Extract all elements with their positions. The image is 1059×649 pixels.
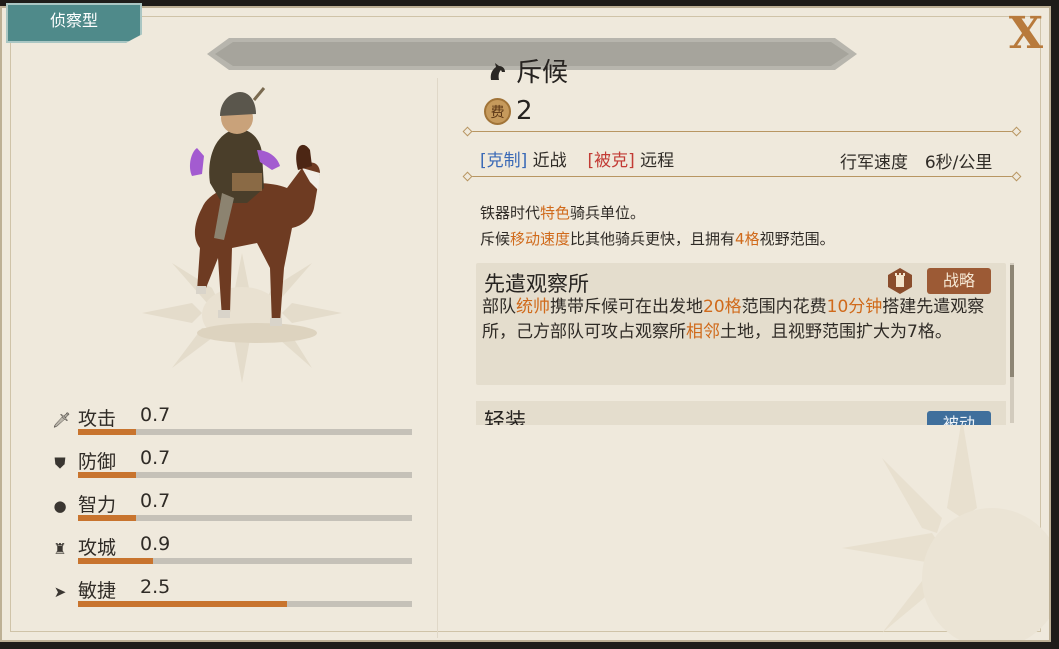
stat-value: 0.7 <box>140 404 171 426</box>
counter-row: [克制] 近战 [被克] 远程 <box>480 146 674 171</box>
separator-bottom <box>468 176 1016 177</box>
stat-label: 攻城 <box>78 537 117 559</box>
stat-bar-fill <box>78 558 154 564</box>
unit-type-tab: 侦察型 <box>6 3 142 43</box>
stat-label: 智力 <box>78 494 117 516</box>
panel-divider <box>437 78 438 638</box>
stat-bar <box>78 558 412 564</box>
stat-bar-fill <box>78 429 137 435</box>
stat-bar <box>78 601 412 607</box>
stat-bar <box>78 472 412 478</box>
countered-tag: [被克] <box>587 151 635 171</box>
stat-attack: 🗡 攻击 0.7 <box>48 404 428 447</box>
horse-icon <box>490 63 505 80</box>
stat-value: 0.7 <box>140 447 171 469</box>
stat-bar-fill <box>78 472 137 478</box>
skill-title: 先遣观察所 <box>484 272 589 296</box>
description-line-1: 铁器时代特色骑兵单位。 <box>480 204 646 222</box>
skill-type-badge: 战略 <box>927 268 991 294</box>
countered-by: 远程 <box>640 151 675 171</box>
unit-info-panel: 斥候 费 2 [克制] 近战 [被克] 远程 行军速度 6秒/公里 铁器时代特色… <box>0 6 1051 642</box>
sword-icon: 🗡 <box>52 411 72 429</box>
unit-description: 铁器时代特色骑兵单位。 斥候移动速度比其他骑兵更快，且拥有4格视野范围。 <box>480 200 835 252</box>
stat-bar-fill <box>78 601 287 607</box>
stat-defense: ⛊ 防御 0.7 <box>48 447 428 490</box>
boot-icon: ➤ <box>53 583 67 601</box>
stat-bar-fill <box>78 515 137 521</box>
counter-target: 近战 <box>532 151 567 171</box>
strategy-hex-icon <box>888 268 912 294</box>
stat-value: 0.9 <box>140 533 171 555</box>
skill-card-light-armor[interactable]: 轻装 被动 <box>476 401 1006 425</box>
stat-bar <box>78 429 412 435</box>
cost-value: 2 <box>516 96 533 126</box>
close-button[interactable]: X <box>1002 12 1049 56</box>
stat-bar <box>78 515 412 521</box>
stat-agility: ➤ 敏捷 2.5 <box>48 576 428 619</box>
scout-cavalry-figure <box>189 87 320 343</box>
stat-siege: ♜ 攻城 0.9 <box>48 533 428 576</box>
sunburst-decoration-right <box>842 418 1049 640</box>
cost-icon: 费 <box>484 98 511 125</box>
march-speed-label: 行军速度 <box>840 153 908 173</box>
march-speed: 行军速度 6秒/公里 <box>840 148 992 173</box>
stat-label: 防御 <box>78 451 117 473</box>
skill-title: 轻装 <box>484 409 526 425</box>
skill-list-scrollbar[interactable] <box>1010 263 1014 423</box>
separator-top <box>468 131 1016 132</box>
stat-label: 攻击 <box>78 408 117 430</box>
stat-label: 敏捷 <box>78 580 117 602</box>
unit-name-text: 斥候 <box>516 58 569 88</box>
march-speed-value: 6秒/公里 <box>924 153 993 173</box>
stat-value: 2.5 <box>140 576 171 598</box>
skill-type-badge: 被动 <box>927 411 991 425</box>
shield-icon: ⛊ <box>54 454 66 472</box>
brain-icon: ● <box>53 497 67 515</box>
stat-intelligence: ● 智力 0.7 <box>48 490 428 533</box>
counter-tag: [克制] <box>480 151 528 171</box>
unit-stats: 🗡 攻击 0.7 ⛊ 防御 0.7 ● 智力 0.7 ♜ 攻城 0.9 ➤ 敏捷… <box>48 404 428 619</box>
skill-card-forward-outpost[interactable]: 先遣观察所 战略 部队统帅携带斥候可在出发地20格范围内花费10分钟搭建先遣观察… <box>476 263 1006 385</box>
skill-list[interactable]: 先遣观察所 战略 部队统帅携带斥候可在出发地20格范围内花费10分钟搭建先遣观察… <box>476 263 1014 425</box>
skill-description: 部队统帅携带斥候可在出发地20格范围内花费10分钟搭建先遣观察所，己方部队可攻占… <box>482 297 985 342</box>
scroll-thumb[interactable] <box>1010 265 1014 377</box>
description-line-2: 斥候移动速度比其他骑兵更快，且拥有4格视野范围。 <box>480 230 835 248</box>
stat-value: 0.7 <box>140 490 171 512</box>
tower-icon: ♜ <box>53 540 67 558</box>
